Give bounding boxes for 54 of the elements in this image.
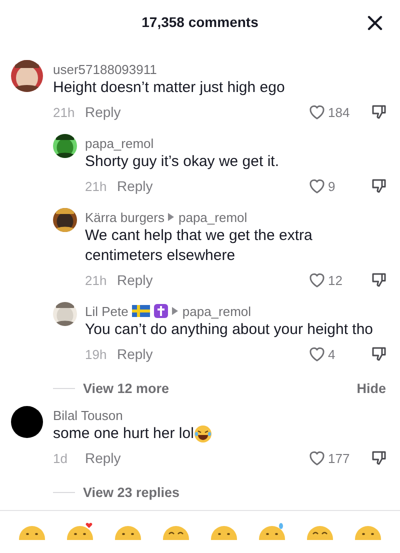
comment-text: You can’t do anything about your height tho — [85, 320, 374, 340]
username[interactable]: papa_remol — [85, 136, 154, 150]
heart-icon — [308, 104, 326, 120]
close-icon — [367, 15, 383, 31]
comment-time: 19h — [85, 346, 108, 362]
dislike-icon — [370, 271, 388, 289]
comment-time: 1d — [53, 450, 68, 466]
username[interactable]: Bilal Touson — [53, 408, 123, 422]
view-more-replies-button[interactable]: View 12 more — [83, 380, 170, 396]
comment-text: Shorty guy it’s okay we get it. — [85, 152, 279, 172]
dislike-icon — [370, 177, 388, 195]
dislike-icon — [370, 345, 388, 363]
dislike-button[interactable] — [370, 449, 388, 467]
dislike-icon — [370, 449, 388, 467]
emoji-face-icon[interactable] — [65, 520, 95, 540]
comment-time: 21h — [53, 104, 76, 120]
avatar[interactable] — [11, 406, 43, 438]
like-button[interactable]: 184 — [308, 104, 360, 120]
laughing-face-icon — [194, 425, 212, 443]
comment-text: We cant help that we get the extra centimeters elsewhere — [85, 226, 314, 266]
heart-icon — [308, 346, 326, 362]
username[interactable]: Kärra burgers — [85, 210, 164, 224]
dislike-button[interactable] — [370, 271, 388, 289]
cross-icon — [154, 304, 168, 318]
view-more-replies-button[interactable]: View 23 replies — [83, 484, 180, 500]
flag-icon — [132, 305, 150, 317]
reply-button[interactable]: Reply — [117, 272, 153, 288]
comments-count-title: 17,358 comments — [142, 14, 258, 30]
heart-icon — [308, 272, 326, 288]
hide-button[interactable]: Hide — [356, 380, 386, 396]
comment-time: 21h — [85, 272, 108, 288]
reply-button[interactable]: Reply — [117, 178, 153, 194]
dislike-button[interactable] — [370, 103, 388, 121]
username[interactable]: Lil Pete — [85, 304, 128, 318]
reply-button[interactable]: Reply — [85, 450, 121, 466]
heart-icon — [308, 450, 326, 466]
dislike-icon — [370, 103, 388, 121]
like-button[interactable]: 9 — [308, 178, 360, 194]
triangle-icon — [172, 307, 178, 315]
like-button[interactable]: 4 — [308, 346, 360, 362]
username[interactable]: user57188093911 — [53, 62, 157, 76]
dislike-button[interactable] — [370, 177, 388, 195]
reply-to-username[interactable]: papa_remol — [178, 210, 248, 224]
like-button[interactable]: 177 — [308, 450, 360, 466]
reply-button[interactable]: Reply — [85, 104, 121, 120]
comment-time: 21h — [85, 178, 108, 194]
comment-text: Height doesn’t matter just high ego — [53, 78, 285, 98]
reply-button[interactable]: Reply — [117, 346, 153, 362]
like-button[interactable]: 12 — [308, 272, 360, 288]
triangle-icon — [168, 213, 174, 221]
reply-to-username[interactable]: papa_remol — [182, 304, 252, 318]
dislike-button[interactable] — [370, 345, 388, 363]
heart-icon — [308, 178, 326, 194]
comment-text: some one hurt her lol — [53, 424, 194, 444]
